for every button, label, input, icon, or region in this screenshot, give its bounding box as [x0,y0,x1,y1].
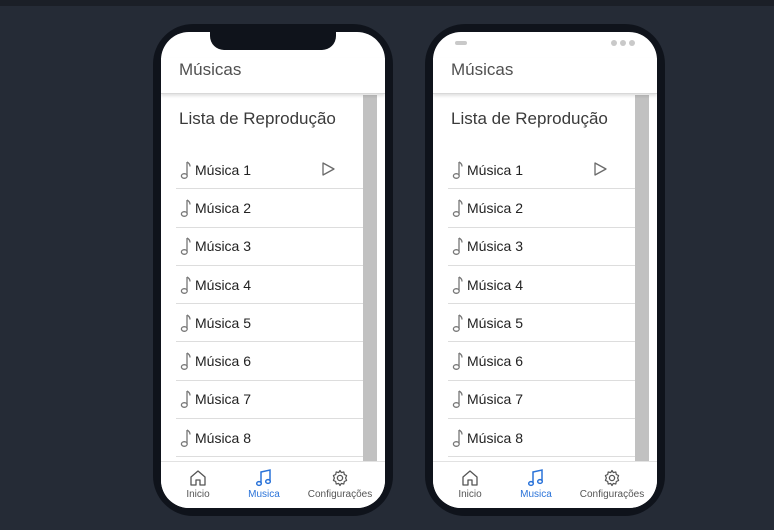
content-area[interactable]: Lista de Reprodução Música 1 Música 2 Mú… [433,95,657,461]
tab-home-label: Inicio [458,489,482,500]
play-icon[interactable] [592,161,608,177]
song-label: Música 2 [195,199,252,216]
music-note-icon [180,237,191,256]
music-note-icon [452,352,463,371]
music-note-icon [180,199,191,217]
bottom-tab-bar: Inicio Musica Configurações [161,461,385,508]
tab-home[interactable]: Inicio [450,462,490,508]
phone-screen: Músicas Lista de Reprodução Música 1 Mús… [433,32,657,508]
music-note-icon [452,429,463,447]
song-item[interactable]: Música 8 [448,419,640,458]
music-note-icon [180,161,191,179]
tab-settings-label: Configurações [579,489,645,500]
music-note-icon [180,352,191,371]
browser-top-strip [0,0,774,6]
playlist-title: Lista de Reprodução [451,109,608,128]
tab-settings[interactable]: Configurações [574,462,650,508]
song-label: Música 7 [467,391,524,408]
music-note-icon [452,390,463,409]
music-note-icon [180,429,191,447]
music-tab-icon [255,469,272,487]
app-header: Músicas [433,58,657,94]
song-item[interactable]: Música 8 [176,419,368,458]
song-item[interactable]: Música 2 [176,189,368,228]
song-label: Música 5 [195,314,252,331]
page-title: Músicas [179,60,242,79]
music-note-icon [452,237,463,256]
music-note-icon [452,161,463,179]
music-note-icon [180,275,191,294]
home-icon [462,470,478,486]
playlist-title: Lista de Reprodução [179,109,336,128]
tab-music-label: Musica [520,489,552,500]
status-bar-left [455,41,467,45]
music-note-icon [452,314,463,332]
song-label: Música 6 [195,353,252,370]
tab-home[interactable]: Inicio [178,462,218,508]
music-note-icon [180,390,191,409]
song-label: Música 3 [467,238,524,255]
music-note-icon [452,199,463,217]
content-area[interactable]: Lista de Reprodução Música 1 Música 2 Mú… [161,95,385,461]
song-item[interactable]: Música 7 [176,381,368,420]
tab-settings-label: Configurações [307,489,373,500]
scrollbar[interactable] [363,95,377,461]
song-label: Música 1 [195,161,252,178]
phone-frame-notch: Músicas Lista de Reprodução Música 1 Mús… [153,24,393,516]
song-list: Música 1 Música 2 Música 3 Música 4 Músi… [176,151,368,458]
play-icon[interactable] [320,161,336,177]
song-item[interactable]: Música 6 [176,342,368,381]
song-item[interactable]: Música 2 [448,189,640,228]
song-label: Música 4 [195,276,252,293]
song-label: Música 1 [467,161,524,178]
tab-music[interactable]: Musica [244,462,284,508]
phone-frame-android: Músicas Lista de Reprodução Música 1 Mús… [425,24,665,516]
music-note-icon [180,314,191,332]
song-item[interactable]: Música 1 [448,151,640,190]
tab-music[interactable]: Musica [516,462,556,508]
song-label: Música 5 [467,314,524,331]
gear-icon [332,469,348,487]
tab-home-label: Inicio [186,489,210,500]
song-item[interactable]: Música 3 [448,228,640,266]
gear-icon [604,469,620,487]
music-note-icon [452,275,463,294]
song-item[interactable]: Música 4 [176,266,368,305]
song-label: Música 4 [467,276,524,293]
phone-screen: Músicas Lista de Reprodução Música 1 Mús… [161,32,385,508]
music-tab-icon [527,469,544,487]
song-label: Música 7 [195,391,252,408]
song-item[interactable]: Música 1 [176,151,368,190]
tab-music-label: Musica [248,489,280,500]
song-label: Música 6 [467,353,524,370]
song-item[interactable]: Música 7 [448,381,640,420]
song-item[interactable]: Música 6 [448,342,640,381]
tab-settings[interactable]: Configurações [302,462,378,508]
song-label: Música 8 [467,429,524,446]
status-bar-icons [611,40,635,46]
page-title: Músicas [451,60,514,79]
song-label: Música 8 [195,429,252,446]
phone-notch [210,32,336,50]
song-item[interactable]: Música 4 [448,266,640,305]
song-item[interactable]: Música 3 [176,228,368,266]
app-header: Músicas [161,58,385,94]
bottom-tab-bar: Inicio Musica Configurações [433,461,657,508]
song-label: Música 2 [467,199,524,216]
home-icon [190,470,206,486]
scrollbar[interactable] [635,95,649,461]
song-item[interactable]: Música 5 [448,304,640,343]
song-label: Música 3 [195,238,252,255]
song-item[interactable]: Música 5 [176,304,368,343]
song-list: Música 1 Música 2 Música 3 Música 4 Músi… [448,151,640,458]
